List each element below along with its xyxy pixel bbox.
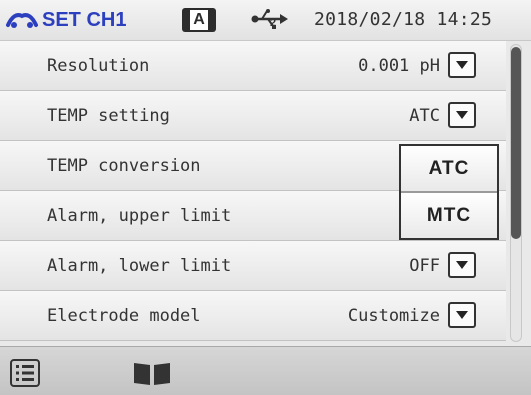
- setting-value: ATC: [409, 106, 440, 126]
- setting-label: Electrode model: [47, 306, 201, 326]
- page-title: SET CH1: [42, 9, 127, 31]
- setting-row-temp-setting[interactable]: TEMP setting ATC: [0, 91, 506, 141]
- dropdown-option-mtc[interactable]: MTC: [401, 193, 497, 238]
- setting-row-alarm-lower[interactable]: Alarm, lower limit OFF: [0, 241, 506, 291]
- mode-badge-label: A: [190, 10, 208, 30]
- datetime: 2018/02/18 14:25: [314, 9, 493, 30]
- setting-row-resolution[interactable]: Resolution 0.001 pH: [0, 41, 506, 91]
- chevron-down-icon[interactable]: [448, 102, 476, 128]
- channel-icon: [6, 13, 38, 28]
- chevron-down-icon[interactable]: [448, 252, 476, 278]
- setting-value: 0.001 pH: [358, 56, 440, 76]
- chevron-down-icon[interactable]: [448, 302, 476, 328]
- usb-number: 2: [270, 17, 277, 29]
- setting-label: Alarm, lower limit: [47, 256, 232, 276]
- setting-row-electrode-model[interactable]: Electrode model Customize: [0, 291, 506, 341]
- list-icon[interactable]: [10, 359, 40, 387]
- book-icon[interactable]: [132, 361, 172, 387]
- dropdown-popup: ATC MTC: [399, 144, 499, 240]
- setting-value: OFF: [409, 256, 440, 276]
- setting-value: Customize: [347, 306, 440, 326]
- scrollbar-thumb[interactable]: [511, 47, 521, 239]
- bottom-toolbar: [0, 346, 531, 395]
- mode-badge: A: [182, 8, 216, 32]
- setting-label: TEMP setting: [47, 106, 170, 126]
- status-bar: SET CH1 A 2 2018/02/18 14:25: [0, 0, 531, 41]
- setting-label: TEMP conversion: [47, 156, 201, 176]
- setting-label: Resolution: [47, 56, 150, 76]
- chevron-down-icon[interactable]: [448, 52, 476, 78]
- dropdown-option-atc[interactable]: ATC: [401, 146, 497, 193]
- setting-label: Alarm, upper limit: [47, 206, 232, 226]
